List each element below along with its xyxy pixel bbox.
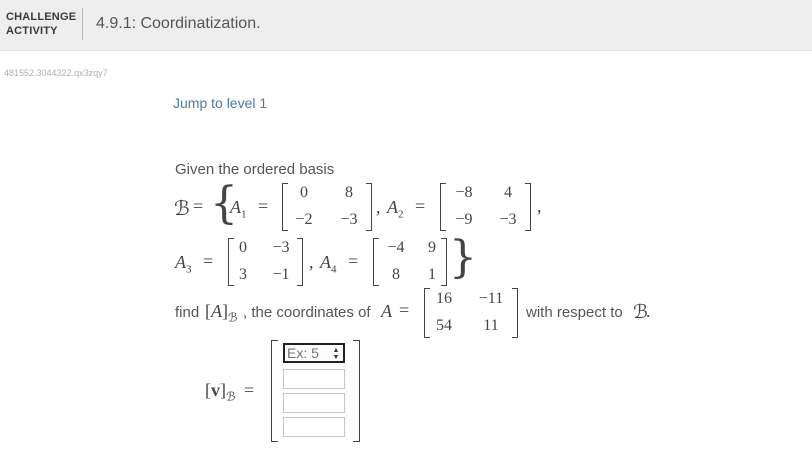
right-brace: } xyxy=(449,232,477,283)
equals-sign: = xyxy=(193,196,204,216)
comma: , xyxy=(376,197,381,217)
equals-sign: = xyxy=(244,380,255,400)
answer-label: [v]ℬ xyxy=(205,380,236,404)
comma: , xyxy=(309,252,314,272)
matrix-bracket-right xyxy=(525,183,531,231)
respect-text: with respect to xyxy=(526,304,623,321)
answer-input-3[interactable] xyxy=(283,393,345,413)
A2-label: A2 xyxy=(387,197,404,221)
label-line-1: CHALLENGE xyxy=(6,11,77,23)
answer-field-4[interactable] xyxy=(284,418,344,436)
equals-sign: = xyxy=(348,251,359,271)
matrix-bracket-right xyxy=(441,238,447,286)
A1-cell: 8 xyxy=(345,184,353,201)
A3-cell: 3 xyxy=(239,266,247,283)
answer-field-2[interactable] xyxy=(284,370,344,388)
activity-id: 481552.3044322.qx3zqy7 xyxy=(4,68,108,78)
A4-cell: −4 xyxy=(387,239,405,256)
A4-cell: 8 xyxy=(392,266,400,283)
label-line-2: ACTIVITY xyxy=(6,25,58,37)
A3-cell: −3 xyxy=(272,239,290,256)
A1-cell: 0 xyxy=(300,184,308,201)
period: . xyxy=(646,301,651,321)
basis-symbol: ℬ xyxy=(174,198,190,220)
A2-cell: 4 xyxy=(504,184,512,201)
matrix-bracket-right xyxy=(512,288,518,338)
A1-cell: −2 xyxy=(295,211,313,228)
jump-to-level-link[interactable]: Jump to level 1 xyxy=(173,95,267,111)
challenge-activity-label: CHALLENGE ACTIVITY xyxy=(6,10,76,38)
equals-sign: = xyxy=(415,196,426,216)
A-cell: 54 xyxy=(436,317,452,334)
find-text: find xyxy=(175,304,200,321)
answer-bracket-left xyxy=(271,340,278,442)
A-cell: −11 xyxy=(478,290,504,307)
answer-input-4[interactable] xyxy=(283,417,345,437)
stepper-icon[interactable]: ▲ ▼ xyxy=(331,347,341,361)
A4-label: A4 xyxy=(320,252,337,276)
answer-input-1[interactable]: ▲▼ xyxy=(283,343,345,363)
A2-cell: −8 xyxy=(455,184,473,201)
answer-bracket-right xyxy=(353,340,360,442)
equals-sign: = xyxy=(399,300,410,320)
A2-cell: −3 xyxy=(499,211,517,228)
A3-label: A3 xyxy=(175,252,192,276)
A1-cell: −3 xyxy=(340,211,358,228)
header-divider xyxy=(82,8,83,40)
A2-cell: −9 xyxy=(455,211,473,228)
activity-title: 4.9.1: Coordinatization. xyxy=(96,15,261,32)
equals-sign: = xyxy=(258,196,269,216)
coordinate-vector-A: [A]ℬ xyxy=(205,301,238,325)
A-cell: 16 xyxy=(436,290,452,307)
matrix-bracket-right xyxy=(366,183,372,231)
coords-text: , the coordinates of xyxy=(243,304,371,321)
A1-label: A1 xyxy=(230,197,247,221)
A3-cell: −1 xyxy=(272,266,290,283)
equals-sign: = xyxy=(203,251,214,271)
answer-field-3[interactable] xyxy=(284,394,344,412)
A-cell: 11 xyxy=(483,317,499,334)
activity-header: CHALLENGE ACTIVITY 4.9.1: Coordinatizati… xyxy=(0,0,812,51)
matrix-bracket-right xyxy=(297,238,303,286)
A3-cell: 0 xyxy=(239,239,247,256)
answer-input-2[interactable] xyxy=(283,369,345,389)
A-symbol: A xyxy=(381,301,392,321)
intro-text: Given the ordered basis xyxy=(175,161,335,178)
comma: , xyxy=(537,196,542,216)
